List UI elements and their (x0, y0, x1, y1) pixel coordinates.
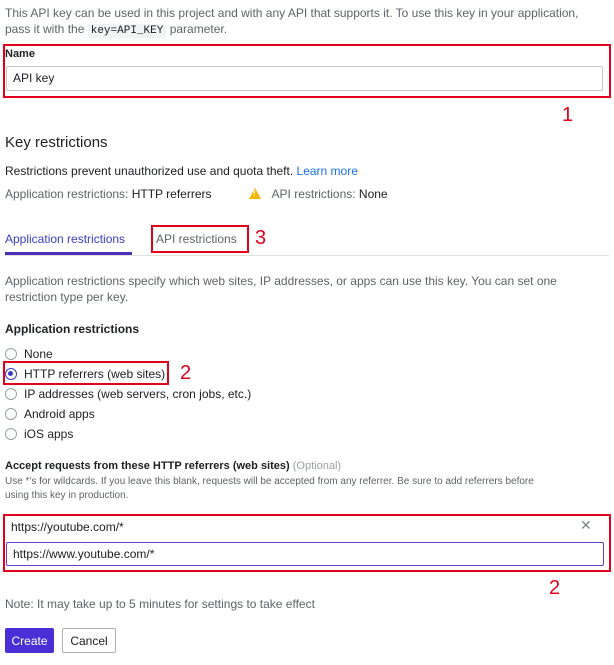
app-restrictions-summary-label: Application restrictions: (5, 187, 129, 201)
application-restrictions-title: Application restrictions (5, 322, 140, 336)
intro-line-1: This API key can be used in this project… (5, 6, 579, 20)
tab-api-restrictions[interactable]: API restrictions (156, 232, 237, 246)
radio-ios-apps[interactable] (5, 428, 17, 440)
create-button[interactable]: Create (5, 628, 54, 653)
name-label: Name (5, 48, 35, 60)
radio-http-referrers[interactable] (5, 368, 17, 380)
active-tab-indicator (5, 252, 132, 255)
radio-android-apps[interactable] (5, 408, 17, 420)
radio-label-ip-addresses: IP addresses (web servers, cron jobs, et… (24, 387, 252, 401)
restrictions-summary: Application restrictions: HTTP referrers… (5, 187, 388, 201)
annotation-3: 3 (255, 227, 267, 249)
referrers-desc: Use *'s for wildcards. If you leave this… (5, 475, 610, 503)
intro-prefix: pass it with the (5, 22, 85, 36)
referrers-title: Accept requests from these HTTP referrer… (5, 460, 341, 472)
warning-icon (248, 188, 261, 199)
referrers-title-text: Accept requests from these HTTP referrer… (5, 460, 290, 472)
key-restrictions-desc-text: Restrictions prevent unauthorized use an… (5, 164, 294, 178)
application-restrictions-desc: Application restrictions specify which w… (5, 273, 605, 305)
optional-tag: (Optional) (292, 460, 342, 472)
radio-label-http-referrers: HTTP referrers (web sites) (24, 367, 166, 381)
tabs-divider (5, 255, 609, 256)
api-key-param-code: key=API_KEY (87, 24, 167, 38)
close-icon[interactable]: ✕ (580, 517, 592, 534)
cancel-button[interactable]: Cancel (62, 628, 116, 653)
application-restrictions-desc-line-2: restriction type per key. (5, 290, 129, 304)
referrers-desc-line-2: using this key in production. (5, 490, 129, 501)
radio-none[interactable] (5, 348, 17, 360)
key-restrictions-heading: Key restrictions (5, 134, 108, 151)
settings-note: Note: It may take up to 5 minutes for se… (5, 597, 315, 611)
referrer-input[interactable]: https://www.youtube.com/* (6, 542, 604, 566)
radio-ip-addresses[interactable] (5, 388, 17, 400)
radio-label-ios-apps: iOS apps (24, 427, 74, 441)
intro-suffix: parameter. (169, 22, 228, 36)
intro-line-2: pass it with the key=API_KEY parameter. (5, 21, 605, 39)
tab-application-restrictions[interactable]: Application restrictions (5, 232, 125, 246)
api-restrictions-summary-label: API restrictions: (271, 187, 356, 201)
key-restrictions-desc: Restrictions prevent unauthorized use an… (5, 164, 358, 178)
name-input[interactable]: API key (6, 66, 603, 91)
annotation-1: 1 (562, 104, 574, 126)
learn-more-link[interactable]: Learn more (297, 164, 358, 178)
app-restrictions-summary-value: HTTP referrers (131, 187, 212, 201)
referrer-item: https://youtube.com/* (11, 520, 124, 534)
application-restrictions-desc-line-1: Application restrictions specify which w… (5, 274, 557, 288)
intro-text: This API key can be used in this project… (5, 5, 605, 39)
radio-label-android-apps: Android apps (24, 407, 95, 421)
annotation-2a: 2 (180, 362, 192, 384)
radio-label-none: None (24, 347, 53, 361)
referrers-desc-line-1: Use *'s for wildcards. If you leave this… (5, 476, 534, 487)
annotation-2b: 2 (549, 577, 561, 599)
api-restrictions-summary-value: None (358, 187, 388, 201)
